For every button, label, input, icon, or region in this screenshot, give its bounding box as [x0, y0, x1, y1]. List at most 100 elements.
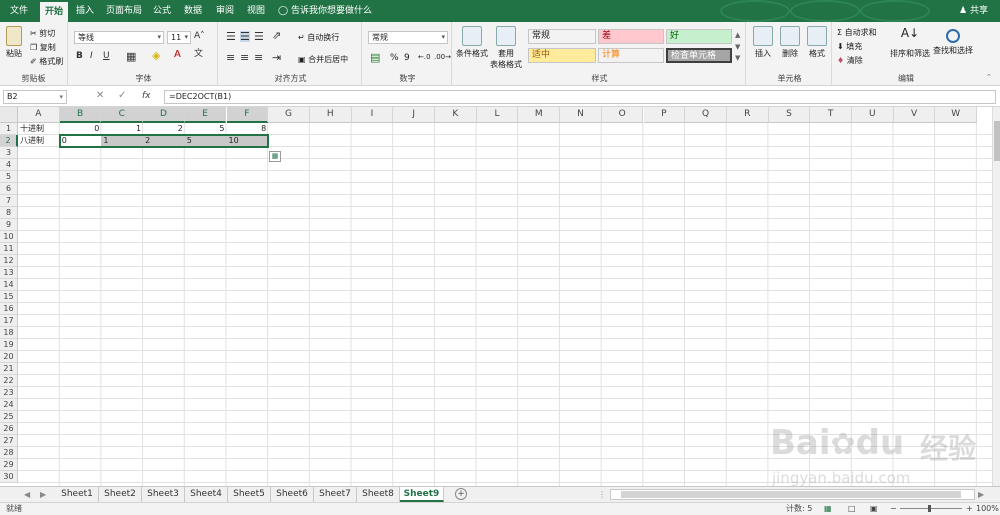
cell-C1[interactable]: 1: [101, 123, 143, 135]
tell-me-box[interactable]: ◯ 告诉我你想要做什么: [278, 0, 372, 22]
fill-button[interactable]: ⬇ 填充: [837, 41, 862, 52]
sheet-tab-sheet6[interactable]: Sheet6: [271, 487, 314, 502]
copy-button[interactable]: ❐ 复制: [30, 42, 56, 53]
clear-button[interactable]: ♦ 清除: [837, 55, 863, 66]
sheet-tab-sheet3[interactable]: Sheet3: [142, 487, 185, 502]
border-icon[interactable]: ▦: [126, 51, 136, 62]
grow-font-icon[interactable]: A˄: [194, 32, 205, 41]
italic-button[interactable]: I: [90, 52, 93, 61]
align-left-icon[interactable]: ≡: [226, 52, 235, 63]
cell-B1[interactable]: 0: [60, 123, 102, 135]
tab-review[interactable]: 审阅: [212, 0, 238, 22]
cell-C2[interactable]: 1: [101, 135, 143, 147]
merge-center-button[interactable]: ▣ 合并后居中: [298, 54, 348, 65]
sheet-tab-sheet1[interactable]: Sheet1: [56, 487, 99, 502]
style-cell-neutral[interactable]: 适中: [528, 48, 596, 63]
row-header-16[interactable]: 16: [0, 303, 18, 315]
phonetic-icon[interactable]: 文: [194, 50, 203, 59]
scroll-right-icon[interactable]: ▶: [978, 487, 984, 502]
currency-icon[interactable]: ▤: [370, 52, 380, 63]
quick-analysis-icon[interactable]: ▦: [269, 151, 281, 162]
column-header-U[interactable]: U: [852, 107, 894, 123]
sheet-tab-sheet5[interactable]: Sheet5: [228, 487, 271, 502]
confirm-icon[interactable]: ✓: [118, 90, 126, 102]
row-header-28[interactable]: 28: [0, 447, 18, 459]
number-format-combo[interactable]: 常规 ▾: [368, 31, 448, 44]
row-header-25[interactable]: 25: [0, 411, 18, 423]
row-header-8[interactable]: 8: [0, 207, 18, 219]
column-header-V[interactable]: V: [893, 107, 936, 123]
cut-button[interactable]: ✂ 剪切: [30, 28, 55, 39]
column-header-J[interactable]: J: [393, 107, 435, 123]
zoom-slider-knob[interactable]: [928, 505, 931, 512]
sheet-tab-sheet9[interactable]: Sheet9: [400, 487, 444, 502]
decrease-decimal-icon[interactable]: .00→: [434, 53, 451, 61]
row-header-19[interactable]: 19: [0, 339, 18, 351]
column-header-G[interactable]: G: [268, 107, 310, 123]
row-header-1[interactable]: 1: [0, 123, 18, 135]
sheet-tab-sheet7[interactable]: Sheet7: [314, 487, 357, 502]
share-button[interactable]: ♟ 共享: [959, 0, 988, 22]
insert-cells-button[interactable]: 插入: [750, 26, 776, 59]
wrap-text-button[interactable]: ↵ 自动换行: [298, 32, 339, 43]
cell-E2[interactable]: 5: [185, 135, 227, 147]
row-header-2[interactable]: 2: [0, 135, 18, 147]
row-header-13[interactable]: 13: [0, 267, 18, 279]
increase-decimal-icon[interactable]: ←.0: [418, 53, 431, 61]
row-header-5[interactable]: 5: [0, 171, 18, 183]
tab-file[interactable]: 文件: [4, 0, 34, 22]
cell-D1[interactable]: 2: [143, 123, 185, 135]
underline-button[interactable]: U: [103, 52, 110, 61]
row-header-30[interactable]: 30: [0, 471, 18, 483]
row-header-12[interactable]: 12: [0, 255, 18, 267]
cell-F1[interactable]: 8: [227, 123, 269, 135]
tab-data[interactable]: 数据: [180, 0, 206, 22]
zoom-in-icon[interactable]: +: [966, 503, 973, 515]
percent-button[interactable]: %: [390, 53, 399, 63]
sort-filter-button[interactable]: A↓ 排序和筛选: [890, 26, 930, 59]
style-cell-good[interactable]: 好: [666, 29, 732, 44]
zoom-out-icon[interactable]: −: [890, 503, 897, 515]
row-header-17[interactable]: 17: [0, 315, 18, 327]
align-middle-icon[interactable]: ☰: [240, 31, 250, 42]
column-header-F[interactable]: F: [226, 107, 269, 123]
vertical-scrollbar[interactable]: [992, 107, 1000, 486]
style-cell-normal[interactable]: 常规: [528, 29, 596, 44]
sheet-tab-sheet4[interactable]: Sheet4: [185, 487, 228, 502]
column-header-D[interactable]: D: [143, 107, 185, 123]
cell-A2[interactable]: 八进制: [18, 135, 60, 147]
row-header-7[interactable]: 7: [0, 195, 18, 207]
cancel-icon[interactable]: ✕: [96, 90, 104, 102]
vertical-scroll-thumb[interactable]: [994, 121, 1000, 161]
tab-home[interactable]: 开始: [40, 2, 68, 22]
sheet-tab-sheet8[interactable]: Sheet8: [357, 487, 400, 502]
styles-more-icon[interactable]: ▼: [735, 55, 740, 62]
find-select-button[interactable]: 查找和选择: [932, 26, 974, 56]
align-bottom-icon[interactable]: ☰: [254, 31, 264, 42]
column-header-B[interactable]: B: [59, 107, 102, 123]
font-color-icon[interactable]: A: [174, 50, 181, 60]
column-header-H[interactable]: H: [309, 107, 352, 123]
cell-F2[interactable]: 10: [227, 135, 269, 147]
align-center-icon[interactable]: ≡: [240, 52, 249, 63]
indent-icon[interactable]: ⇥: [272, 52, 281, 63]
cell-D2[interactable]: 2: [143, 135, 185, 147]
style-cell-calculation[interactable]: 计算: [598, 48, 664, 63]
row-header-26[interactable]: 26: [0, 423, 18, 435]
column-header-M[interactable]: M: [518, 107, 561, 123]
row-header-23[interactable]: 23: [0, 387, 18, 399]
row-header-6[interactable]: 6: [0, 183, 18, 195]
row-header-27[interactable]: 27: [0, 435, 18, 447]
row-header-22[interactable]: 22: [0, 375, 18, 387]
styles-scroll-down-icon[interactable]: ▼: [735, 44, 740, 51]
collapse-ribbon-icon[interactable]: ⌃: [986, 74, 992, 81]
page-layout-view-icon[interactable]: □: [848, 503, 856, 515]
row-header-15[interactable]: 15: [0, 291, 18, 303]
style-cell-check[interactable]: 检查单元格: [666, 48, 732, 63]
normal-view-icon[interactable]: ▦: [824, 503, 832, 515]
delete-cells-button[interactable]: 删除: [777, 26, 803, 59]
zoom-slider[interactable]: [900, 505, 962, 512]
zoom-level[interactable]: 100%: [976, 503, 999, 515]
insert-function-icon[interactable]: fx: [142, 90, 151, 102]
cell-A1[interactable]: 十进制: [18, 123, 60, 135]
